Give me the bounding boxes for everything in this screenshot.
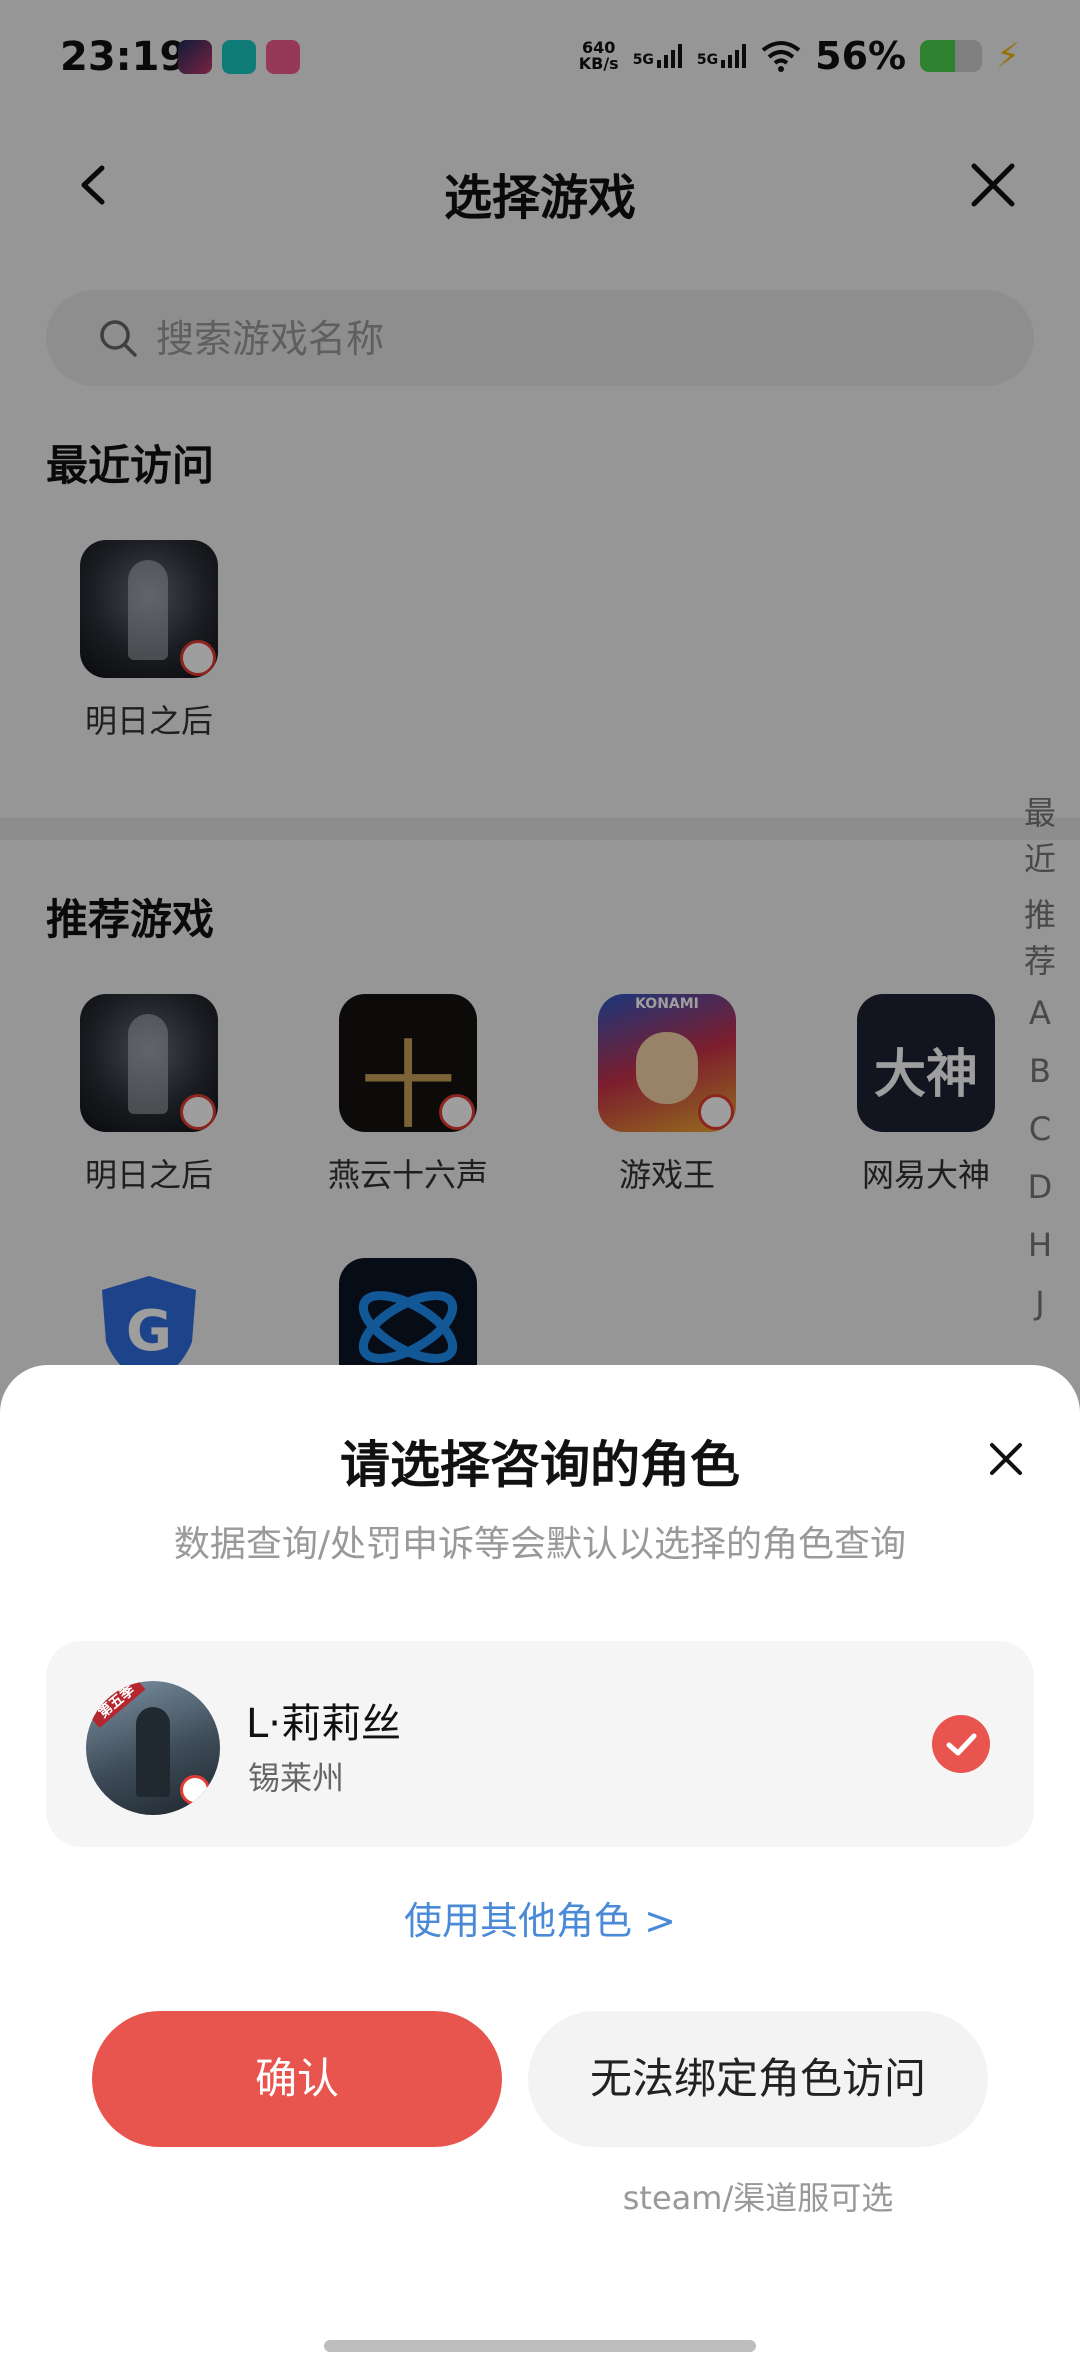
- home-indicator[interactable]: [324, 2340, 756, 2352]
- unbind-access-button[interactable]: 无法绑定角色访问: [528, 2011, 988, 2147]
- avatar: 第五季: [86, 1681, 220, 1815]
- role-server: 锡莱州: [248, 1759, 345, 1797]
- netease-badge-icon: [180, 1775, 210, 1805]
- sheet-subtitle: 数据查询/处罚申诉等会默认以选择的角色查询: [173, 1524, 907, 1565]
- check-icon: [946, 1733, 977, 1756]
- sheet-title: 请选择咨询的角色: [340, 1436, 740, 1494]
- unbind-note: steam/渠道服可选: [622, 2179, 894, 2217]
- selected-check-icon[interactable]: [932, 1715, 990, 1773]
- confirm-button[interactable]: 确认: [92, 2011, 502, 2147]
- character-silhouette-icon: [136, 1707, 170, 1797]
- role-select-sheet: 请选择咨询的角色 数据查询/处罚申诉等会默认以选择的角色查询 第五季 L·莉莉丝…: [0, 1365, 1080, 2376]
- sheet-close-button[interactable]: [984, 1437, 1028, 1481]
- use-other-role-link[interactable]: 使用其他角色 >: [0, 1890, 1080, 1945]
- role-name: L·莉莉丝: [246, 1701, 401, 1747]
- role-card[interactable]: 第五季 L·莉莉丝 锡莱州: [46, 1641, 1034, 1847]
